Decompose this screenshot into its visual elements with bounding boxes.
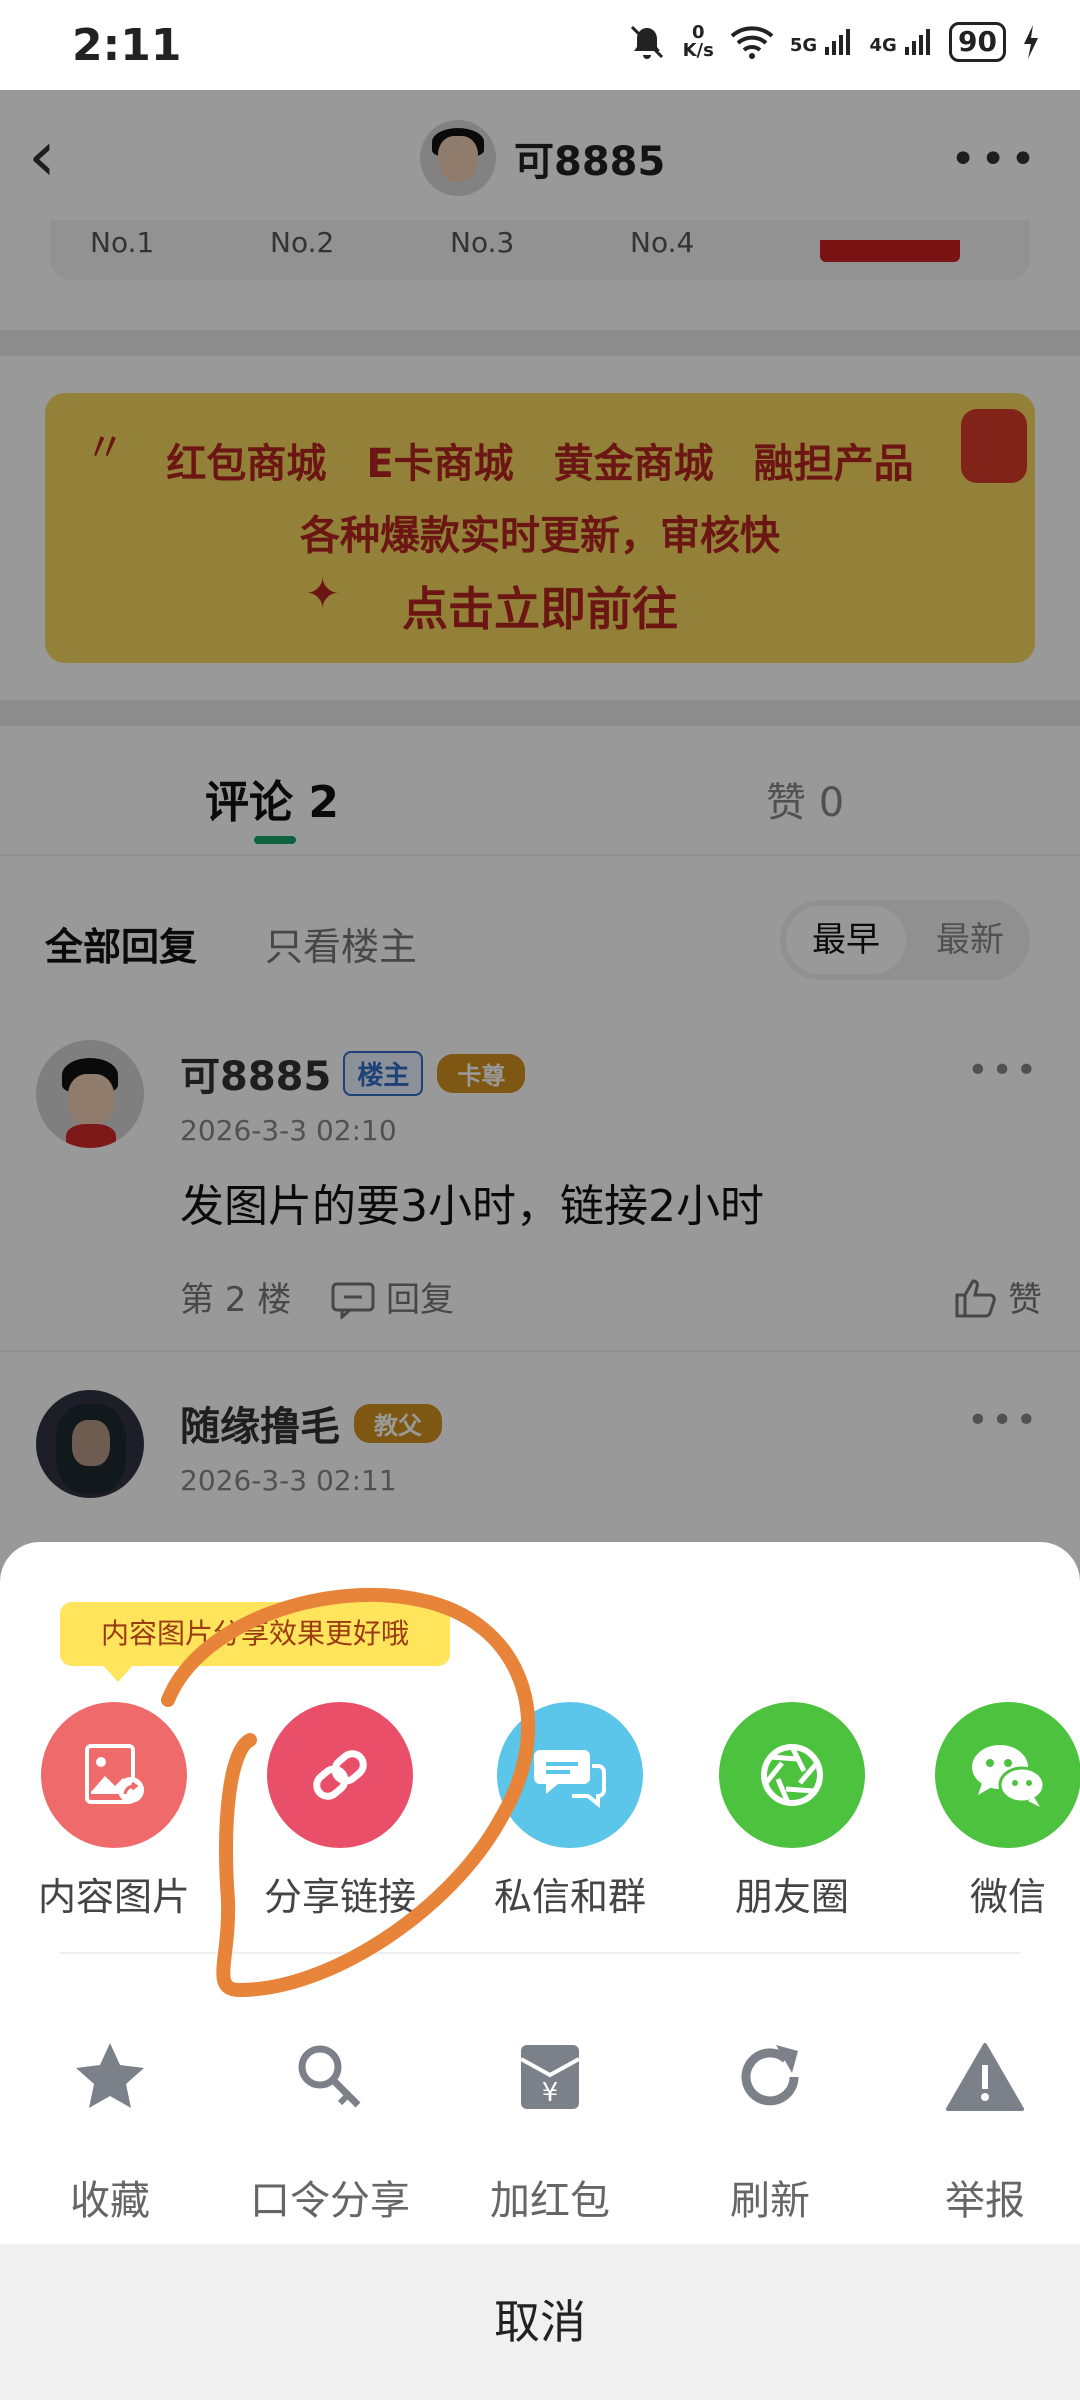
tool-add-red-envelope[interactable]: ¥ 加红包 <box>440 2022 660 2226</box>
share-circle <box>267 1702 413 1848</box>
tool-label: 口令分享 <box>250 2178 410 2224</box>
signal-5g: 5G <box>790 27 854 57</box>
share-label: 微信 <box>969 1875 1046 1919</box>
signal-4g: 4G <box>869 27 933 57</box>
share-label: 内容图片 <box>37 1875 190 1919</box>
sheet-divider <box>60 1952 1020 1954</box>
status-time: 2:11 <box>72 20 182 71</box>
red-envelope-icon: ¥ <box>520 2045 580 2109</box>
status-bar: 2:11 0 K/s 5G 4G 90 <box>0 0 1080 90</box>
tool-icon-wrap <box>220 2022 440 2132</box>
charging-bolt-icon <box>1024 25 1038 59</box>
link-icon <box>313 1750 367 1800</box>
share-circle <box>41 1702 187 1848</box>
share-private-message[interactable]: 私信和群 <box>470 1702 670 1921</box>
signal-5g-label: 5G <box>789 35 818 56</box>
share-sheet: 内容图片分享效果更好哦 内容图片 分享链接 私信和群 朋友圈 微信 收藏 口令分… <box>0 1542 1080 2400</box>
net-speed-unit: K/s <box>682 40 714 61</box>
tool-icon-wrap <box>875 2022 1080 2132</box>
share-circle <box>497 1702 643 1848</box>
share-circle <box>935 1702 1080 1848</box>
key-icon <box>298 2045 361 2108</box>
share-wechat[interactable]: 微信 <box>908 1702 1080 1921</box>
status-icons: 0 K/s 5G 4G 90 <box>627 22 1040 62</box>
share-label: 分享链接 <box>263 1875 416 1919</box>
chat-bubbles-icon <box>534 1750 606 1809</box>
image-share-icon <box>85 1744 144 1804</box>
share-moments[interactable]: 朋友圈 <box>692 1702 892 1921</box>
tool-label: 刷新 <box>730 2178 810 2224</box>
tool-code-share[interactable]: 口令分享 <box>220 2022 440 2226</box>
tool-icon-wrap: ¥ <box>440 2022 660 2132</box>
svg-text:¥: ¥ <box>542 2078 559 2108</box>
cancel-button[interactable]: 取消 <box>0 2244 1080 2400</box>
wifi-icon <box>730 26 774 59</box>
share-circle <box>719 1702 865 1848</box>
tool-report[interactable]: 举报 <box>875 2022 1080 2226</box>
signal-4g-label: 4G <box>869 35 897 56</box>
tool-icon-wrap <box>0 2022 220 2132</box>
signal-bars-icon <box>905 29 931 55</box>
tool-refresh[interactable]: 刷新 <box>660 2022 880 2226</box>
wechat-icon <box>972 1745 1046 1807</box>
tool-label: 加红包 <box>490 2178 610 2224</box>
battery-level: 90 <box>949 22 1006 62</box>
signal-bars-icon <box>825 29 851 55</box>
share-content-image[interactable]: 内容图片 <box>14 1702 214 1921</box>
tool-label: 收藏 <box>70 2178 150 2224</box>
share-tip: 内容图片分享效果更好哦 <box>60 1602 450 1666</box>
mute-bell-icon <box>630 25 663 59</box>
tool-icon-wrap <box>660 2022 880 2132</box>
share-tip-tail <box>102 1664 134 1682</box>
aperture-icon <box>761 1744 823 1806</box>
warning-icon <box>946 2043 1024 2111</box>
tool-favorite[interactable]: 收藏 <box>0 2022 220 2226</box>
net-speed: 0 K/s <box>683 24 714 60</box>
share-label: 私信和群 <box>493 1875 646 1919</box>
share-label: 朋友圈 <box>734 1875 849 1919</box>
share-link[interactable]: 分享链接 <box>240 1702 440 1921</box>
refresh-icon <box>741 2045 799 2106</box>
star-icon <box>76 2043 144 2108</box>
tool-label: 举报 <box>945 2178 1025 2224</box>
